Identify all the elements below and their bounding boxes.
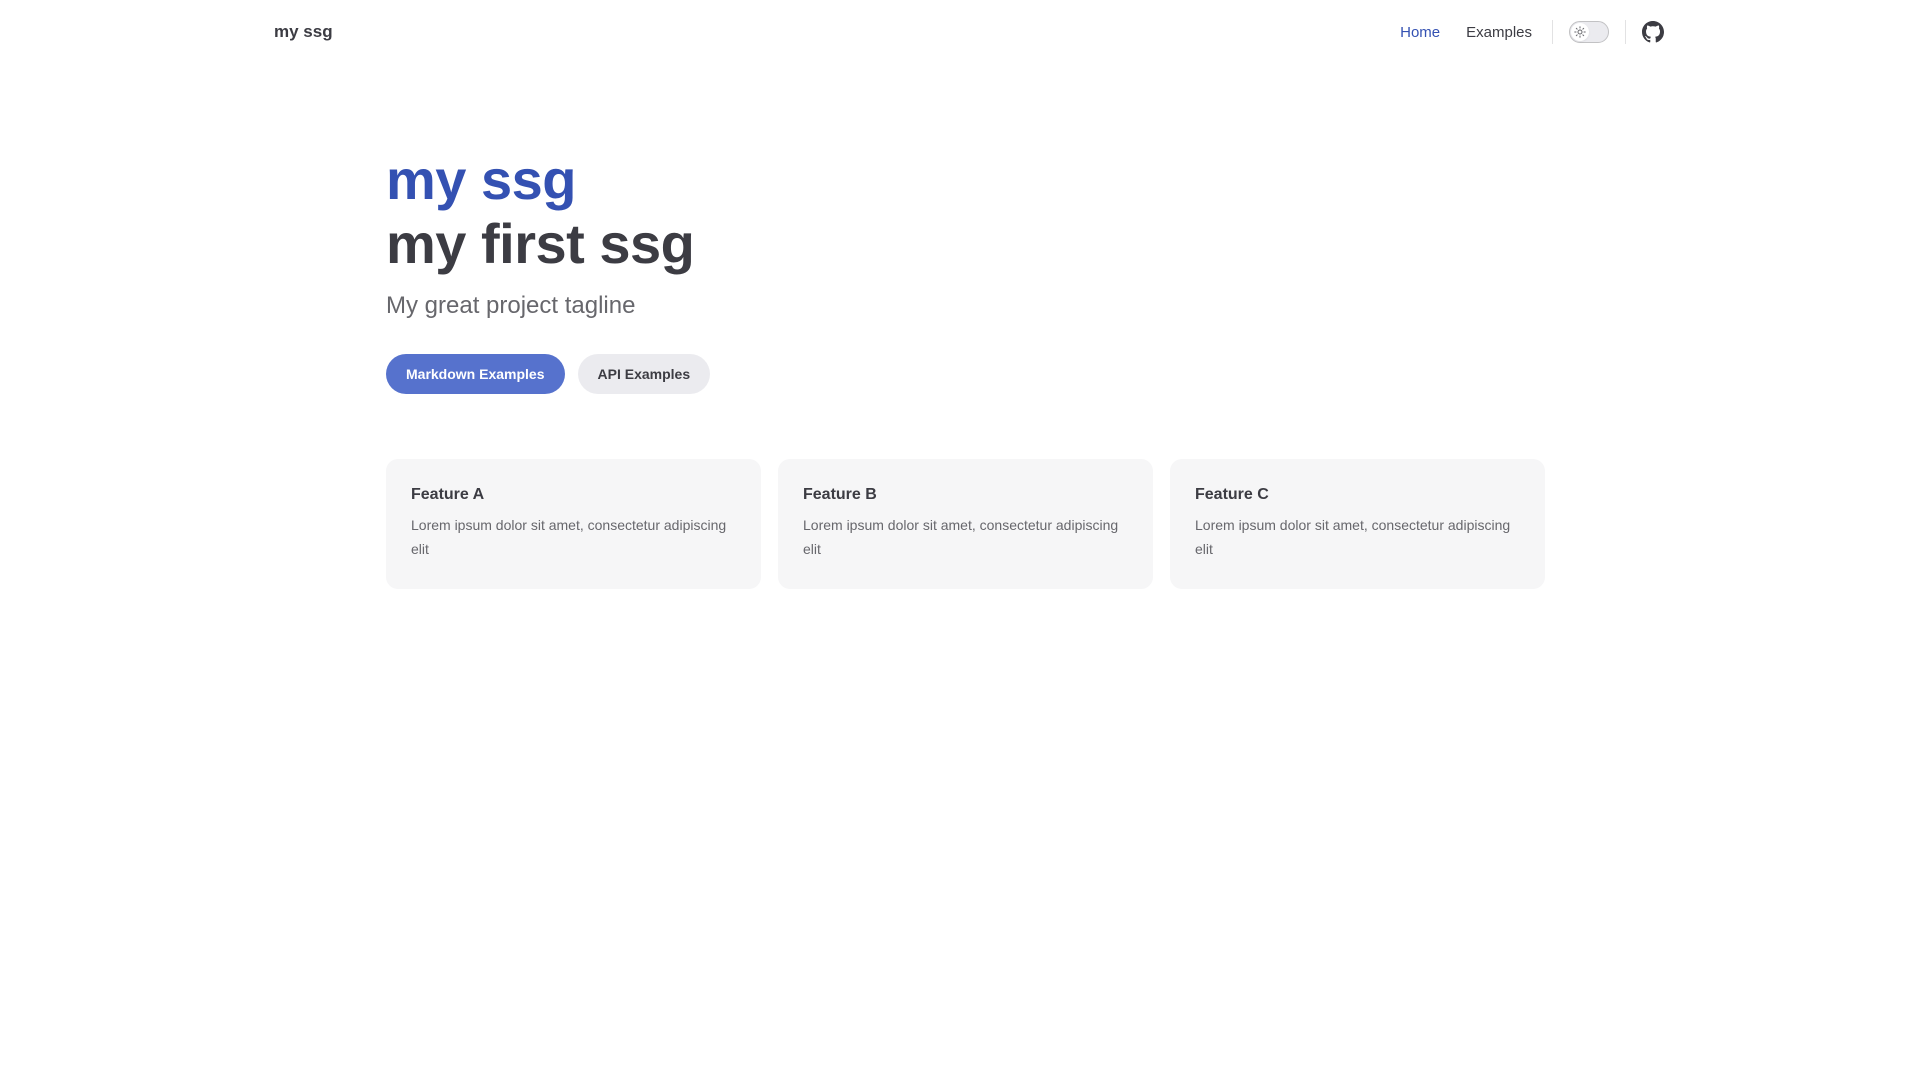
api-examples-button[interactable]: API Examples <box>577 354 711 394</box>
hero-text: my first ssg <box>386 212 695 275</box>
markdown-examples-button[interactable]: Markdown Examples <box>386 354 565 394</box>
feature-details: Lorem ipsum dolor sit amet, consectetur … <box>803 517 1119 557</box>
feature-title: Feature B <box>803 486 877 503</box>
feature-card: Feature C Lorem ipsum dolor sit amet, co… <box>1170 459 1545 589</box>
hero-tagline: My great project tagline <box>386 292 636 319</box>
feature-details: Lorem ipsum dolor sit amet, consectetur … <box>1195 517 1511 557</box>
nav-link-examples[interactable]: Examples <box>1466 24 1532 41</box>
github-link[interactable] <box>1642 21 1664 43</box>
features: Feature A Lorem ipsum dolor sit amet, co… <box>386 459 1545 589</box>
feature-card: Feature A Lorem ipsum dolor sit amet, co… <box>386 459 761 589</box>
feature-title: Feature A <box>411 486 485 503</box>
github-icon <box>1642 21 1664 43</box>
navbar: my ssg Home Examples <box>0 0 1920 64</box>
sun-icon <box>1574 26 1586 38</box>
feature-title: Feature C <box>1195 486 1269 503</box>
nav-divider <box>1625 20 1626 44</box>
hero: my ssg my first ssg My great project tag… <box>386 148 1546 394</box>
theme-toggle[interactable] <box>1569 21 1609 43</box>
hero-actions: Markdown Examples API Examples <box>386 354 1546 394</box>
nav-link-home[interactable]: Home <box>1400 24 1440 41</box>
nav-menu: Home Examples <box>1374 0 1664 64</box>
toggle-knob <box>1571 23 1589 41</box>
hero-heading: my ssg my first ssg <box>386 148 1546 276</box>
nav-divider <box>1552 20 1553 44</box>
site-title-link[interactable]: my ssg <box>274 0 333 64</box>
feature-details: Lorem ipsum dolor sit amet, consectetur … <box>411 517 727 557</box>
feature-card: Feature B Lorem ipsum dolor sit amet, co… <box>778 459 1153 589</box>
hero-name: my ssg <box>386 148 577 211</box>
